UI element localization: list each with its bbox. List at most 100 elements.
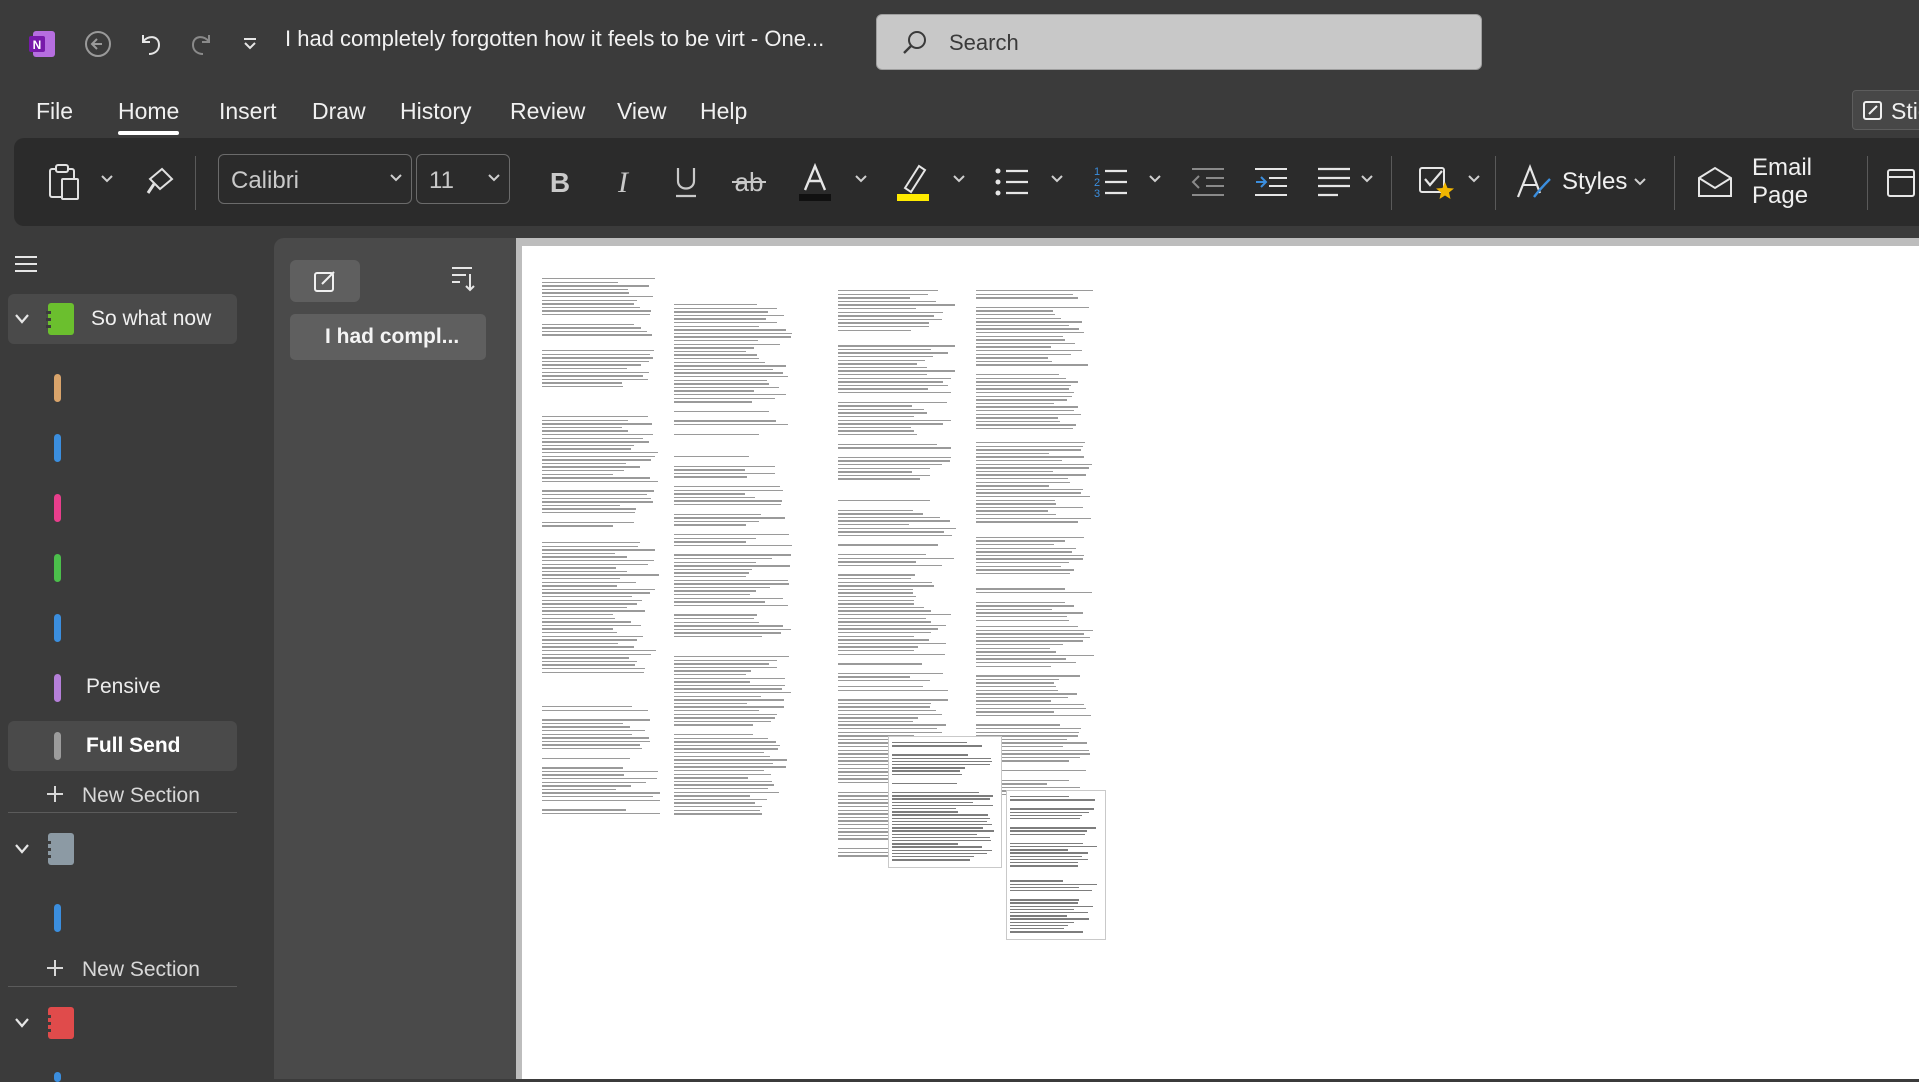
svg-text:3: 3: [1094, 188, 1100, 200]
sticky-notes-button[interactable]: Stic: [1852, 90, 1919, 130]
paste-options-chevron-icon[interactable]: [100, 174, 114, 184]
svg-text:B: B: [550, 167, 570, 197]
highlight-button[interactable]: [890, 160, 936, 204]
tag-button[interactable]: [1414, 160, 1460, 204]
section-color-tab: [54, 494, 61, 522]
bold-button[interactable]: B: [537, 160, 583, 204]
align-button[interactable]: [1311, 160, 1357, 204]
notebook-icon: [46, 302, 76, 336]
tab-history[interactable]: History: [400, 98, 472, 125]
font-color-button[interactable]: [792, 160, 838, 204]
paste-button[interactable]: [42, 160, 88, 204]
page-list-pane: I had compl...: [274, 238, 516, 1079]
redo-icon[interactable]: [180, 22, 224, 66]
tab-insert[interactable]: Insert: [219, 98, 277, 125]
ribbon-toolbar: Calibri 11 B I ab 123 Styles Email Page: [14, 138, 1919, 226]
numbering-button[interactable]: 123: [1087, 160, 1133, 204]
clipboard-icon: [47, 163, 83, 201]
tab-draw[interactable]: Draw: [312, 98, 366, 125]
email-envelope-icon: [1696, 166, 1734, 198]
notebook-third[interactable]: [8, 998, 237, 1048]
font-size-combo[interactable]: 11: [416, 154, 510, 204]
styles-icon: [1514, 163, 1552, 201]
format-painter-button[interactable]: [138, 160, 184, 204]
section-item[interactable]: [0, 362, 237, 412]
new-section-button[interactable]: New Section: [0, 950, 237, 990]
chevron-down-icon: [1633, 177, 1647, 187]
section-item[interactable]: [0, 1062, 237, 1082]
align-chevron-icon[interactable]: [1360, 174, 1374, 184]
increase-indent-button[interactable]: [1248, 160, 1294, 204]
window-title: I had completely forgotten how it feels …: [285, 26, 825, 51]
font-color-chevron-icon[interactable]: [854, 174, 868, 184]
document-text-column: [542, 416, 660, 527]
italic-icon: I: [608, 167, 638, 197]
section-color-tab: [54, 674, 61, 702]
highlight-chevron-icon[interactable]: [952, 174, 966, 184]
notebook-icon: [46, 832, 76, 866]
quick-access-dropdown-icon[interactable]: [228, 22, 272, 66]
highlighter-icon: [895, 162, 931, 202]
styles-button[interactable]: Styles: [1514, 160, 1666, 204]
document-text-column: [892, 742, 994, 861]
underline-button[interactable]: [663, 160, 709, 204]
notebook-second[interactable]: [8, 824, 237, 874]
align-left-icon: [1316, 166, 1352, 198]
italic-button[interactable]: I: [600, 160, 646, 204]
notebook-so-what-now[interactable]: So what now: [8, 294, 237, 344]
meeting-details-button[interactable]: [1886, 160, 1916, 204]
tab-help[interactable]: Help: [700, 98, 747, 125]
section-label: Full Send: [86, 734, 181, 757]
document-text-column: [542, 278, 660, 388]
document-text-column: [674, 656, 792, 816]
search-input[interactable]: Search: [876, 14, 1482, 70]
section-item[interactable]: [0, 602, 237, 652]
checkbox-star-tag-icon: [1418, 164, 1456, 200]
undo-icon[interactable]: [128, 22, 172, 66]
add-page-button[interactable]: [290, 260, 360, 302]
section-item[interactable]: [0, 892, 237, 942]
back-arrow-icon[interactable]: [76, 22, 120, 66]
svg-text:N: N: [33, 38, 42, 52]
new-section-label: New Section: [82, 784, 200, 807]
plus-icon: [46, 785, 64, 803]
numbering-chevron-icon[interactable]: [1148, 174, 1162, 184]
tag-chevron-icon[interactable]: [1467, 174, 1481, 184]
strikethrough-button[interactable]: ab: [726, 160, 772, 204]
section-item-full-send[interactable]: Full Send: [8, 721, 237, 771]
note-page[interactable]: [522, 246, 1919, 1079]
font-name-combo[interactable]: Calibri: [218, 154, 412, 204]
hamburger-menu-icon[interactable]: [14, 254, 38, 274]
new-section-button[interactable]: New Section: [0, 776, 237, 816]
tab-review[interactable]: Review: [510, 98, 585, 125]
decrease-indent-button[interactable]: [1185, 160, 1231, 204]
document-text-column: [838, 500, 956, 682]
document-text-column: [674, 298, 792, 438]
chevron-down-icon: [487, 173, 501, 183]
tab-view[interactable]: View: [617, 98, 666, 125]
bullets-chevron-icon[interactable]: [1050, 174, 1064, 184]
section-item[interactable]: [0, 542, 237, 592]
tab-file[interactable]: File: [36, 98, 73, 125]
email-page-button[interactable]: Email Page: [1696, 154, 1861, 209]
note-canvas[interactable]: [516, 238, 1919, 1079]
section-item[interactable]: [0, 422, 237, 472]
section-item-pensive[interactable]: Pensive: [0, 662, 237, 712]
section-color-tab: [54, 374, 61, 402]
section-label: Pensive: [86, 675, 161, 698]
document-text-column: [542, 706, 660, 816]
document-text-column: [1010, 796, 1098, 933]
tab-home[interactable]: Home: [118, 98, 180, 135]
page-title: I had compl...: [325, 325, 460, 348]
section-color-tab: [54, 1072, 61, 1082]
section-color-tab: [54, 554, 61, 582]
chevron-down-icon: [389, 173, 403, 183]
section-item[interactable]: [0, 482, 237, 532]
page-item[interactable]: I had compl...: [290, 314, 486, 360]
document-text-column: [838, 290, 956, 480]
sort-pages-icon[interactable]: [450, 264, 476, 292]
font-name-value: Calibri: [231, 167, 300, 194]
bullets-button[interactable]: [989, 160, 1035, 204]
chevron-down-icon: [14, 313, 30, 325]
bold-icon: B: [545, 167, 575, 197]
